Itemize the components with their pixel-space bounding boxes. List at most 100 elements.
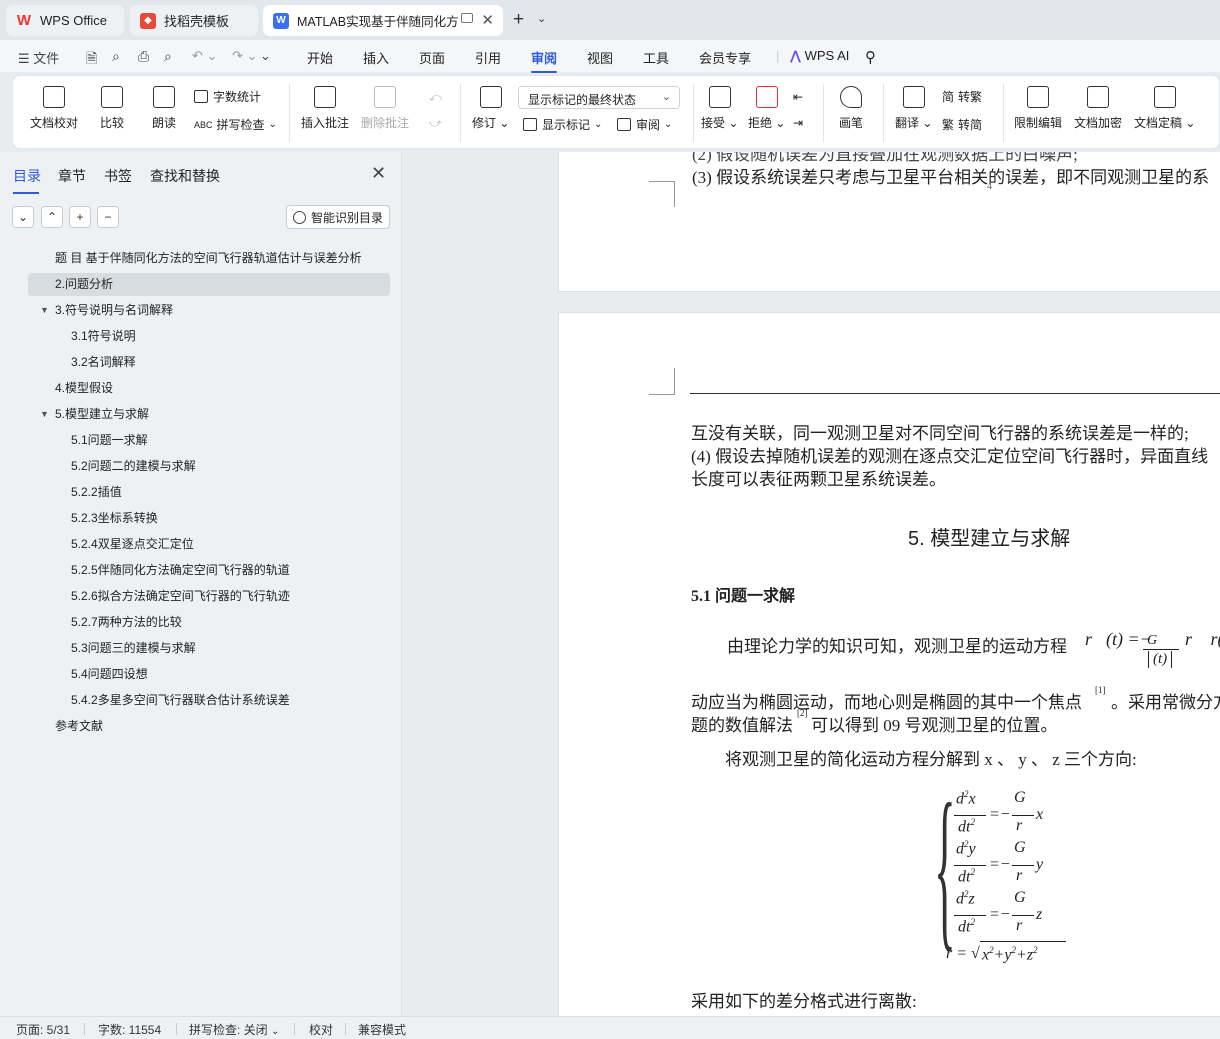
- smart-toc-label: 智能识别目录: [310, 210, 383, 225]
- doc-encrypt-button[interactable]: 文档加密: [1074, 86, 1122, 131]
- toc-item[interactable]: 5.3问题三的建模与求解: [28, 637, 390, 660]
- toc-item[interactable]: 3.2名词解释: [28, 351, 390, 374]
- remove-toc-item-button[interactable]: −: [97, 206, 119, 228]
- undo-icon[interactable]: ↶ ⌄: [192, 48, 217, 64]
- print-preview-icon[interactable]: ⌕: [164, 48, 172, 65]
- spell-check-button[interactable]: ABC 拼写检查 ⌄: [194, 116, 277, 133]
- redo-icon[interactable]: ↷ ⌄: [232, 48, 257, 64]
- tab-bookmarks[interactable]: 书签: [104, 166, 132, 186]
- monitor-icon[interactable]: [461, 13, 473, 23]
- toc-item[interactable]: 5.4问题四设想: [28, 663, 390, 686]
- toc-item[interactable]: 3.1符号说明: [28, 325, 390, 348]
- tab-templates[interactable]: ◆ 找稻壳模板: [130, 5, 258, 36]
- tab-toc[interactable]: 目录: [13, 166, 41, 194]
- collapse-up-button[interactable]: ⌃: [41, 206, 63, 228]
- save-icon[interactable]: 🗎: [86, 48, 97, 72]
- expand-down-button[interactable]: ⌄: [12, 206, 34, 228]
- toc-item[interactable]: 5.2.3坐标系转换: [28, 507, 390, 530]
- word-doc-icon: W: [273, 12, 289, 29]
- toc-item[interactable]: 5.1问题一求解: [28, 429, 390, 452]
- reject-button[interactable]: 拒绝 ⌄: [748, 86, 785, 131]
- prev-comment-icon[interactable]: ⤺: [429, 90, 442, 105]
- expand-arrow-icon[interactable]: ▼: [40, 299, 49, 322]
- crop-mark: [674, 368, 675, 394]
- menu-member[interactable]: 会员专享: [699, 48, 751, 67]
- toc-item[interactable]: 5.2.5伴随同化方法确定空间飞行器的轨道: [28, 559, 390, 582]
- markup-state-select[interactable]: 显示标记的最终状态 ⌄: [518, 86, 680, 109]
- chevron-down-icon: ⌄: [664, 119, 673, 130]
- word-count-button[interactable]: 字数统计: [194, 88, 261, 105]
- status-word-count[interactable]: 字数: 11554: [98, 1021, 161, 1038]
- pen-button[interactable]: 画笔: [839, 86, 863, 131]
- status-compat-mode: 兼容模式: [358, 1023, 407, 1037]
- status-spell-check[interactable]: 拼写检查: 关闭 ⌄: [189, 1021, 279, 1038]
- toc-item[interactable]: 5.2.7两种方法的比较: [28, 611, 390, 634]
- section-heading: 5. 模型建立与求解: [908, 528, 1071, 550]
- menu-file[interactable]: ☰ 文件: [18, 48, 59, 67]
- menu-home[interactable]: 开始: [307, 48, 333, 67]
- tab-sections[interactable]: 章节: [58, 166, 86, 186]
- add-toc-item-button[interactable]: +: [69, 206, 91, 228]
- expand-arrow-icon[interactable]: ▼: [40, 403, 49, 426]
- doc-proof-button[interactable]: 文档校对: [30, 86, 78, 131]
- toc-item[interactable]: 2.问题分析: [28, 273, 390, 296]
- toc-item[interactable]: 5.4.2多星多空间飞行器联合估计系统误差: [28, 689, 390, 712]
- toc-item[interactable]: 5.2.6拟合方法确定空间飞行器的飞行轨迹: [28, 585, 390, 608]
- delete-comment-button[interactable]: 删除批注: [361, 86, 409, 131]
- translate-button[interactable]: 翻译 ⌄: [895, 86, 932, 131]
- tab-wps-office[interactable]: W WPS Office: [6, 5, 124, 36]
- next-comment-icon[interactable]: ⤻: [429, 116, 442, 131]
- menu-page[interactable]: 页面: [419, 48, 445, 67]
- page-5: 互没有关联，同一观测卫星对不同空间飞行器的系统误差是一样的; (4) 假设去掉随…: [558, 312, 1220, 1016]
- more-icon[interactable]: ⌄: [260, 48, 271, 64]
- smart-toc-button[interactable]: 智能识别目录: [286, 205, 390, 229]
- body-paragraph: 题的数值解法: [691, 716, 793, 735]
- tab-find-replace[interactable]: 查找和替换: [150, 166, 220, 186]
- menu-wps-ai[interactable]: ⋀ WPS AI: [790, 48, 849, 64]
- search-icon[interactable]: ⚲: [865, 48, 876, 66]
- minus-icon: −: [104, 210, 112, 224]
- accept-button[interactable]: 接受 ⌄: [701, 86, 738, 131]
- close-icon[interactable]: ✕: [371, 163, 386, 184]
- close-tab-icon[interactable]: ✕: [481, 11, 494, 29]
- print-icon[interactable]: ⎙: [138, 48, 149, 65]
- read-aloud-button[interactable]: 朗读: [152, 86, 176, 131]
- status-page[interactable]: 页面: 5/31: [16, 1021, 70, 1038]
- reject-label: 拒绝: [748, 116, 773, 130]
- restrict-edit-button[interactable]: 限制编辑: [1014, 86, 1062, 131]
- toc-item[interactable]: 5.2问题二的建模与求解: [28, 455, 390, 478]
- toc-item[interactable]: 5.2.4双星逐点交汇定位: [28, 533, 390, 556]
- toc-item[interactable]: 4.模型假设: [28, 377, 390, 400]
- to-traditional-button[interactable]: 简 转繁: [942, 88, 982, 105]
- insert-comment-button[interactable]: 插入批注: [301, 86, 349, 131]
- toc-item-label: 3.符号说明与名词解释: [55, 303, 174, 317]
- toc-item[interactable]: ▼ 3.符号说明与名词解释: [28, 299, 390, 322]
- prev-change-icon[interactable]: ⇤: [793, 90, 803, 104]
- toc-item[interactable]: 参考文献: [28, 715, 390, 738]
- doc-finalize-button[interactable]: 文档定稿 ⌄: [1134, 86, 1195, 131]
- body-paragraph: 由理论力学的知识可知，观测卫星的运动方程: [727, 637, 1067, 656]
- to-simplified-button[interactable]: 繁 转简: [942, 116, 982, 133]
- review-pane-button[interactable]: 审阅 ⌄: [617, 116, 672, 133]
- tab-document[interactable]: W MATLAB实现基于伴随同化方 ✕: [263, 5, 503, 36]
- toc-item[interactable]: ▼ 5.模型建立与求解: [28, 403, 390, 426]
- pen-icon: [840, 86, 862, 108]
- next-change-icon[interactable]: ⇥: [793, 116, 803, 130]
- delete-comment-icon: [374, 86, 396, 108]
- toc-item-label: 2.问题分析: [55, 277, 114, 291]
- show-markup-button[interactable]: 显示标记 ⌄: [523, 116, 602, 133]
- share-icon[interactable]: ⌕: [112, 48, 120, 65]
- menu-references[interactable]: 引用: [475, 48, 501, 67]
- menu-insert[interactable]: 插入: [363, 48, 389, 67]
- revise-button[interactable]: 修订 ⌄: [472, 86, 509, 131]
- menu-view[interactable]: 视图: [587, 48, 613, 67]
- menu-tools[interactable]: 工具: [643, 48, 669, 67]
- menu-review[interactable]: 审阅: [531, 48, 558, 73]
- markup-state-value: 显示标记的最终状态: [528, 93, 637, 107]
- toc-item[interactable]: 题 目 基于伴随同化方法的空间飞行器轨道估计与误差分析: [28, 247, 390, 270]
- chevron-down-icon[interactable]: ⌄: [537, 12, 546, 25]
- status-proof[interactable]: 校对: [309, 1021, 333, 1038]
- compare-button[interactable]: 比较: [100, 86, 124, 131]
- new-tab-icon[interactable]: +: [513, 9, 524, 31]
- toc-item[interactable]: 5.2.2插值: [28, 481, 390, 504]
